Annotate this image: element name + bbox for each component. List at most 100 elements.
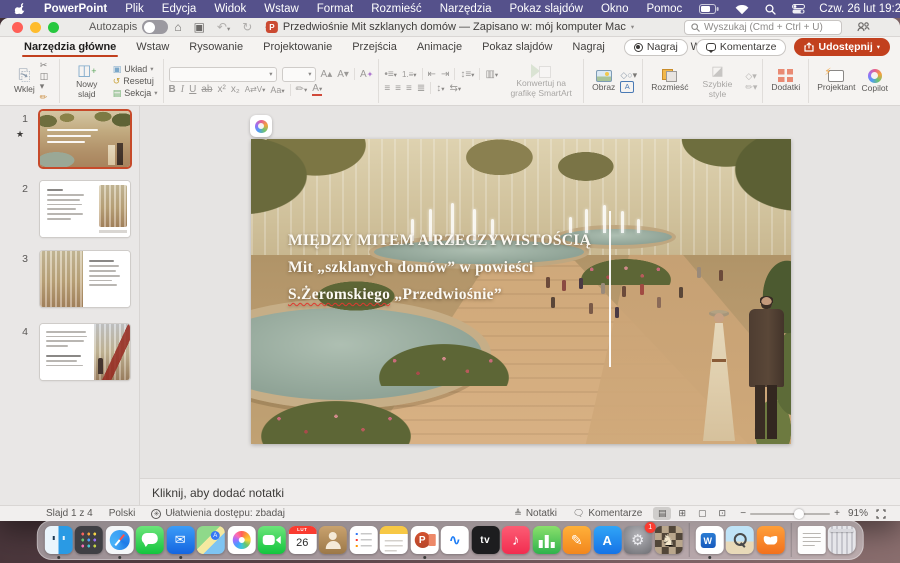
paste-button[interactable]: ⎘ Wklej <box>11 68 38 94</box>
record-button[interactable]: Nagraj <box>624 39 688 56</box>
convert-smartart-button[interactable]: Konwertuj na grafikę SmartArt <box>504 64 578 98</box>
preview-dock-icon[interactable] <box>726 526 754 554</box>
dock-item-appletv[interactable]: tv <box>471 521 500 559</box>
clear-formatting-button[interactable]: A✦ <box>360 69 373 80</box>
quick-styles-button[interactable]: ◪ Szybkie style <box>692 63 744 99</box>
zoom-slider[interactable]: − + <box>740 508 840 519</box>
zoom-in-icon[interactable]: + <box>834 508 840 519</box>
addins-button[interactable]: Dodatki <box>768 69 803 92</box>
wifi-icon[interactable] <box>735 4 749 15</box>
menu-item-pokaz-slajdów[interactable]: Pokaz slajdów <box>500 3 592 15</box>
dock-item-powerpoint[interactable] <box>410 521 439 559</box>
dock-item-calendar[interactable]: LUT26 <box>288 521 317 559</box>
dock-item-messages[interactable] <box>135 521 164 559</box>
bold-button[interactable]: B <box>169 84 176 95</box>
comments-toggle[interactable]: 🗨 Komentarze <box>573 508 642 519</box>
reading-view-button[interactable]: ▢ <box>693 507 711 520</box>
comments-button[interactable]: Komentarze <box>696 39 787 56</box>
ribbon-tab-projektowanie[interactable]: Projektowanie <box>253 37 342 57</box>
notes-pane[interactable]: Kliknij, aby dodać notatki <box>140 478 900 506</box>
menu-item-format[interactable]: Format <box>308 3 362 15</box>
dock-item-finder[interactable] <box>44 521 73 559</box>
dock-item-freeform[interactable]: ∿ <box>440 521 469 559</box>
appletv-dock-icon[interactable]: tv <box>471 526 499 554</box>
menu-item-widok[interactable]: Widok <box>205 3 255 15</box>
menu-item-rozmieść[interactable]: Rozmieść <box>362 3 430 15</box>
designer-button[interactable]: Projektant <box>814 70 858 92</box>
slide-canvas[interactable]: MIĘDZY MITEM A RZECZYWISTOŚCIĄ Mit „szkl… <box>251 139 791 444</box>
word-dock-icon[interactable] <box>695 526 723 554</box>
pages-dock-icon[interactable]: ✎ <box>563 526 591 554</box>
menu-item-edycja[interactable]: Edycja <box>153 3 206 15</box>
zoom-window-button[interactable] <box>48 22 59 33</box>
safari-dock-icon[interactable] <box>105 526 133 554</box>
slide-thumbnail-image[interactable] <box>40 111 130 167</box>
trash-dock-icon[interactable] <box>828 526 856 554</box>
format-painter-button[interactable]: ✏ <box>40 92 54 102</box>
numbering-button[interactable]: 1.≡▾ <box>402 70 417 79</box>
appstore-dock-icon[interactable]: A <box>593 526 621 554</box>
align-center-button[interactable]: ≡ <box>395 83 401 94</box>
maps-dock-icon[interactable] <box>197 526 225 554</box>
layout-button[interactable]: ▣Układ▾ <box>113 64 158 75</box>
language-indicator[interactable]: Polski <box>109 508 136 519</box>
notes-toggle[interactable]: ≜ Notatki <box>514 508 557 519</box>
shrink-font-button[interactable]: A▾ <box>337 69 349 80</box>
apple-logo-icon[interactable] <box>14 3 25 16</box>
zoom-knob[interactable] <box>794 509 804 519</box>
copy-button[interactable]: ◫ ▾ <box>40 71 54 91</box>
shape-fill-button[interactable]: ◇▾ <box>745 71 757 81</box>
highlight-button[interactable]: ✏▾ <box>296 84 308 95</box>
launchpad-dock-icon[interactable] <box>75 526 103 554</box>
dock-item-maps[interactable] <box>196 521 225 559</box>
mail-dock-icon[interactable]: ✉ <box>166 526 194 554</box>
align-right-button[interactable]: ≡ <box>406 83 412 94</box>
share-button[interactable]: Udostępnij ▾ <box>794 38 890 56</box>
dock-item-pages[interactable]: ✎ <box>562 521 591 559</box>
picture-button[interactable]: Obraz <box>589 70 618 92</box>
dock-item-appstore[interactable]: A <box>593 521 622 559</box>
slide-thumbnail-image[interactable] <box>40 324 130 380</box>
text-box-button[interactable]: A <box>620 81 634 93</box>
save-icon[interactable]: ▣ <box>194 20 205 34</box>
chess-dock-icon[interactable]: ♞ <box>654 526 682 554</box>
zoom-out-icon[interactable]: − <box>740 508 746 519</box>
underline-button[interactable]: U <box>189 84 196 95</box>
menu-item-narzędzia[interactable]: Narzędzia <box>431 3 501 15</box>
character-spacing-button[interactable]: A⇄V▾ <box>245 85 266 94</box>
italic-button[interactable]: I <box>181 84 184 95</box>
menu-item-okno[interactable]: Okno <box>592 3 638 15</box>
arrange-button[interactable]: Rozmieść <box>648 69 691 92</box>
dock-item-books[interactable] <box>756 521 785 559</box>
ribbon-tab-animacje[interactable]: Animacje <box>407 37 472 57</box>
slide-thumbnail-image[interactable] <box>40 181 130 237</box>
menu-item-plik[interactable]: Plik <box>116 3 153 15</box>
shape-outline-button[interactable]: ✏▾ <box>745 82 757 92</box>
powerpoint-dock-icon[interactable] <box>410 526 438 554</box>
ribbon-tab-rysowanie[interactable]: Rysowanie <box>179 37 253 57</box>
facetime-dock-icon[interactable] <box>258 526 286 554</box>
home-icon[interactable]: ⌂ <box>174 20 181 34</box>
justify-button[interactable]: ≣ <box>417 83 425 94</box>
dock-item-reminders[interactable] <box>349 521 378 559</box>
menu-item-powerpoint[interactable]: PowerPoint <box>35 3 116 15</box>
grow-font-button[interactable]: A▴ <box>321 69 333 80</box>
zoom-level[interactable]: 91% <box>848 508 868 519</box>
photos-dock-icon[interactable] <box>227 526 255 554</box>
notes-dock-icon[interactable] <box>380 526 408 554</box>
menu-item-pomoc[interactable]: Pomoc <box>637 3 691 15</box>
normal-view-button[interactable]: ▤ <box>653 507 671 520</box>
change-case-button[interactable]: Aa▾ <box>270 85 284 95</box>
freeform-dock-icon[interactable]: ∿ <box>441 526 469 554</box>
subscript-button[interactable]: x₂ <box>231 84 240 95</box>
font-size-combo[interactable]: ▾ <box>282 67 316 82</box>
books-dock-icon[interactable] <box>756 526 784 554</box>
slide-title-textbox[interactable]: MIĘDZY MITEM A RZECZYWISTOŚCIĄ Mit „szkl… <box>288 227 618 308</box>
slide-thumbnail-1[interactable]: 1★ <box>0 111 140 173</box>
text-direction-button[interactable]: ↕▾ <box>436 83 444 94</box>
slide-thumbnail-4[interactable]: 4 <box>0 324 140 386</box>
accessibility-check[interactable]: ✳ Ułatwienia dostępu: zbadaj <box>151 508 285 519</box>
increase-indent-button[interactable]: ⇥ <box>441 69 449 80</box>
dock-item-settings[interactable]: ⚙1 <box>623 521 652 559</box>
dock-item-trash[interactable] <box>827 521 856 559</box>
